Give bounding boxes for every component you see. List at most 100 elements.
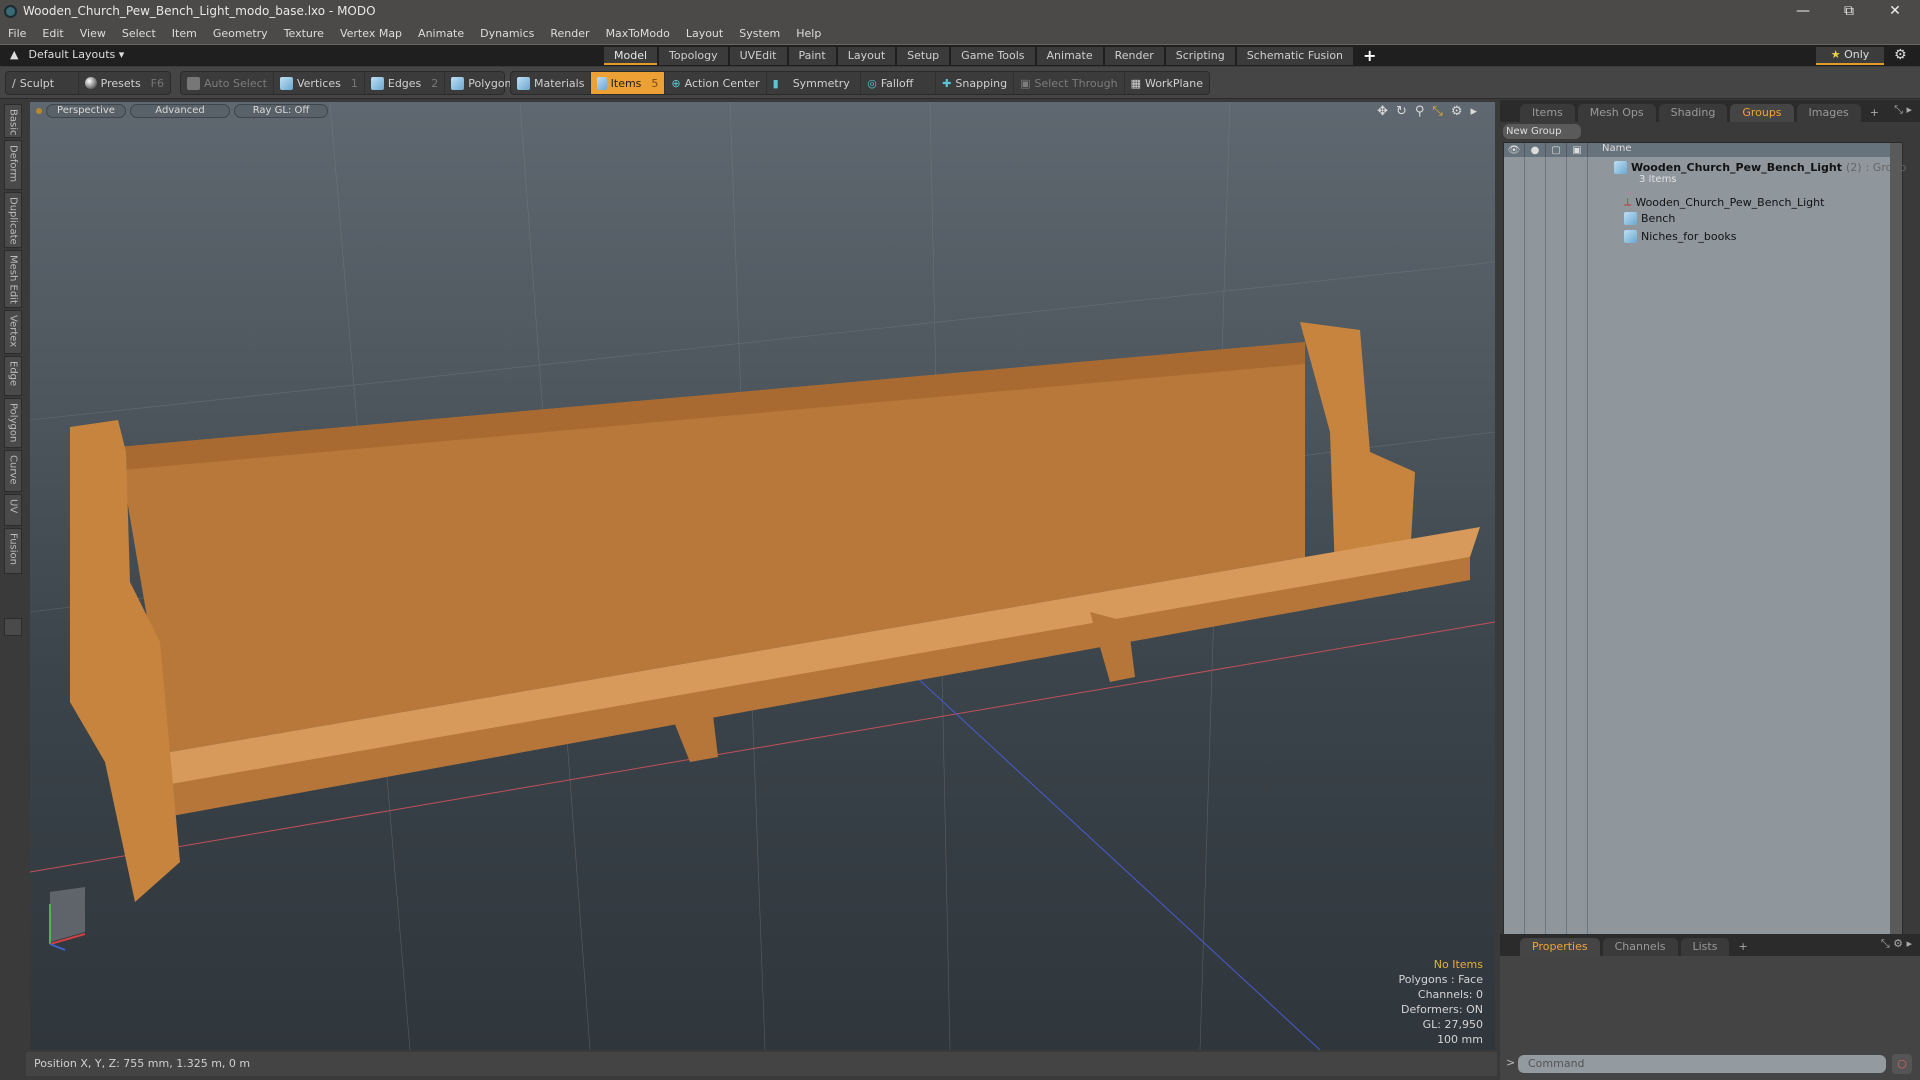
- tab-model[interactable]: Model: [604, 47, 658, 65]
- lock-cube-icon[interactable]: ▢: [1546, 143, 1567, 157]
- items-button[interactable]: Items 5: [591, 72, 666, 94]
- add-panel-tab-button[interactable]: +: [1864, 104, 1885, 122]
- tab-scripting[interactable]: Scripting: [1165, 47, 1235, 65]
- vtab-deform[interactable]: Deform: [4, 140, 22, 190]
- vtab-extra[interactable]: [4, 618, 22, 636]
- vtab-fusion[interactable]: Fusion: [4, 528, 22, 574]
- tab-properties[interactable]: Properties: [1520, 938, 1600, 956]
- tool-tabs: Basic Deform Duplicate Mesh Edit Vertex …: [0, 100, 26, 1058]
- vtab-curve[interactable]: Curve: [4, 450, 22, 492]
- menu-vertex-map[interactable]: Vertex Map: [332, 27, 410, 40]
- tab-groups[interactable]: Groups: [1730, 104, 1794, 122]
- vtab-uv[interactable]: UV: [4, 494, 22, 526]
- rotate-icon[interactable]: ↻: [1396, 104, 1407, 119]
- menu-layout[interactable]: Layout: [678, 27, 731, 40]
- symmetry-button[interactable]: ▮ Symmetry: [767, 72, 862, 94]
- tab-animate[interactable]: Animate: [1036, 47, 1103, 65]
- menu-help[interactable]: Help: [788, 27, 829, 40]
- materials-button[interactable]: Materials: [511, 72, 592, 94]
- menu-dynamics[interactable]: Dynamics: [472, 27, 542, 40]
- collapse-arrow-icon[interactable]: ▲: [10, 48, 18, 61]
- tab-schematic-fusion[interactable]: Schematic Fusion: [1236, 47, 1354, 65]
- snapping-button[interactable]: ✚ Snapping: [936, 72, 1015, 94]
- close-button[interactable]: ✕: [1872, 0, 1918, 22]
- status-bar: Position X, Y, Z: 755 mm, 1.325 m, 0 m: [26, 1052, 1497, 1076]
- command-input[interactable]: Command: [1518, 1055, 1886, 1073]
- add-tab-button[interactable]: +: [1355, 47, 1384, 65]
- tab-items[interactable]: Items: [1520, 104, 1575, 122]
- tab-setup[interactable]: Setup: [897, 47, 950, 65]
- tab-images[interactable]: Images: [1796, 104, 1861, 122]
- menu-system[interactable]: System: [731, 27, 788, 40]
- menu-item[interactable]: Item: [164, 27, 205, 40]
- default-layouts-dropdown[interactable]: Default Layouts ▾: [28, 48, 124, 61]
- menu-edit[interactable]: Edit: [34, 27, 71, 40]
- record-icon[interactable]: ○: [1892, 1054, 1912, 1074]
- tab-render[interactable]: Render: [1104, 47, 1164, 65]
- tab-shading[interactable]: Shading: [1658, 104, 1728, 122]
- menu-animate[interactable]: Animate: [410, 27, 472, 40]
- add-bottom-tab-button[interactable]: +: [1732, 938, 1753, 956]
- shading-dropdown[interactable]: Advanced: [130, 104, 230, 118]
- panel-expand-icon[interactable]: ⤡ ▸: [1894, 103, 1912, 117]
- tree-item-locator[interactable]: ⟂ Wooden_Church_Pew_Bench_Light: [1624, 195, 1824, 209]
- vtab-duplicate[interactable]: Duplicate: [4, 192, 22, 248]
- viewport-menu-dot-icon[interactable]: [36, 108, 42, 114]
- vtab-basic[interactable]: Basic: [4, 104, 22, 138]
- tree-item-bench[interactable]: Bench: [1624, 212, 1675, 225]
- deformers-info: Deformers: ON: [1401, 1003, 1483, 1016]
- tab-topology[interactable]: Topology: [659, 47, 728, 65]
- tab-paint[interactable]: Paint: [788, 47, 836, 65]
- zoom-icon[interactable]: ⚲: [1415, 104, 1425, 119]
- only-toggle[interactable]: ★ Only: [1816, 47, 1884, 65]
- menu-select[interactable]: Select: [114, 27, 164, 40]
- minimize-button[interactable]: —: [1780, 0, 1826, 22]
- vtab-mesh-edit[interactable]: Mesh Edit: [4, 250, 22, 308]
- auto-select-button[interactable]: Auto Select: [181, 72, 274, 94]
- vtab-vertex[interactable]: Vertex: [4, 310, 22, 354]
- pan-icon[interactable]: ✥: [1377, 104, 1388, 119]
- edges-button[interactable]: Edges 2: [365, 72, 446, 94]
- presets-button[interactable]: Presets F6: [79, 72, 170, 94]
- tab-layout[interactable]: Layout: [837, 47, 896, 65]
- menu-file[interactable]: File: [0, 27, 34, 40]
- falloff-button[interactable]: ◎ Falloff: [861, 72, 937, 94]
- visibility-eye-icon[interactable]: 👁: [1504, 143, 1525, 157]
- tab-uvedit[interactable]: UVEdit: [729, 47, 787, 65]
- view-type-dropdown[interactable]: Perspective: [46, 104, 126, 118]
- vtab-edge[interactable]: Edge: [4, 356, 22, 396]
- gear-icon[interactable]: ⚙: [1894, 47, 1907, 63]
- menu-geometry[interactable]: Geometry: [205, 27, 276, 40]
- viewport-gear-icon[interactable]: ⚙: [1451, 104, 1463, 119]
- tree-scrollbar[interactable]: [1890, 143, 1902, 1025]
- menu-texture[interactable]: Texture: [276, 27, 332, 40]
- tab-lists[interactable]: Lists: [1680, 938, 1730, 956]
- name-column-header[interactable]: Name: [1588, 143, 1632, 157]
- select-cube-icon[interactable]: ▣: [1567, 143, 1588, 157]
- restore-button[interactable]: ⧉: [1826, 0, 1872, 22]
- viewport-expand-arrow-icon[interactable]: ▸: [1470, 104, 1477, 119]
- viewport-3d[interactable]: Perspective Advanced Ray GL: Off ✥ ↻ ⚲ ⤡…: [30, 102, 1495, 1050]
- action-center-button[interactable]: ⊕ Action Center: [665, 72, 767, 94]
- vertices-button[interactable]: Vertices 1: [274, 72, 365, 94]
- tab-game-tools[interactable]: Game Tools: [951, 47, 1035, 65]
- bottom-panel-icons[interactable]: ⤡ ⚙ ▸: [1881, 937, 1912, 951]
- sculpt-button[interactable]: ∕ Sculpt: [6, 72, 79, 94]
- items-label: Items: [610, 76, 642, 90]
- raygl-toggle[interactable]: Ray GL: Off: [234, 104, 328, 118]
- new-group-button[interactable]: New Group: [1503, 124, 1581, 139]
- position-readout: Position X, Y, Z: 755 mm, 1.325 m, 0 m: [34, 1057, 251, 1070]
- vtab-polygon[interactable]: Polygon: [4, 398, 22, 448]
- tree-item-niches[interactable]: Niches_for_books: [1624, 230, 1736, 243]
- select-through-button[interactable]: ▣ Select Through: [1014, 72, 1125, 94]
- tab-mesh-ops[interactable]: Mesh Ops: [1577, 104, 1656, 122]
- menu-maxtomodo[interactable]: MaxToModo: [598, 27, 678, 40]
- menu-render[interactable]: Render: [542, 27, 597, 40]
- edges-label: Edges: [387, 76, 422, 90]
- group-row[interactable]: Wooden_Church_Pew_Bench_Light (2) : Grou…: [1614, 161, 1906, 174]
- workplane-button[interactable]: ▦ WorkPlane: [1125, 72, 1209, 94]
- tab-channels[interactable]: Channels: [1602, 938, 1678, 956]
- menu-view[interactable]: View: [72, 27, 114, 40]
- render-camera-icon[interactable]: ●: [1525, 143, 1546, 157]
- maximize-icon[interactable]: ⤡: [1432, 104, 1442, 119]
